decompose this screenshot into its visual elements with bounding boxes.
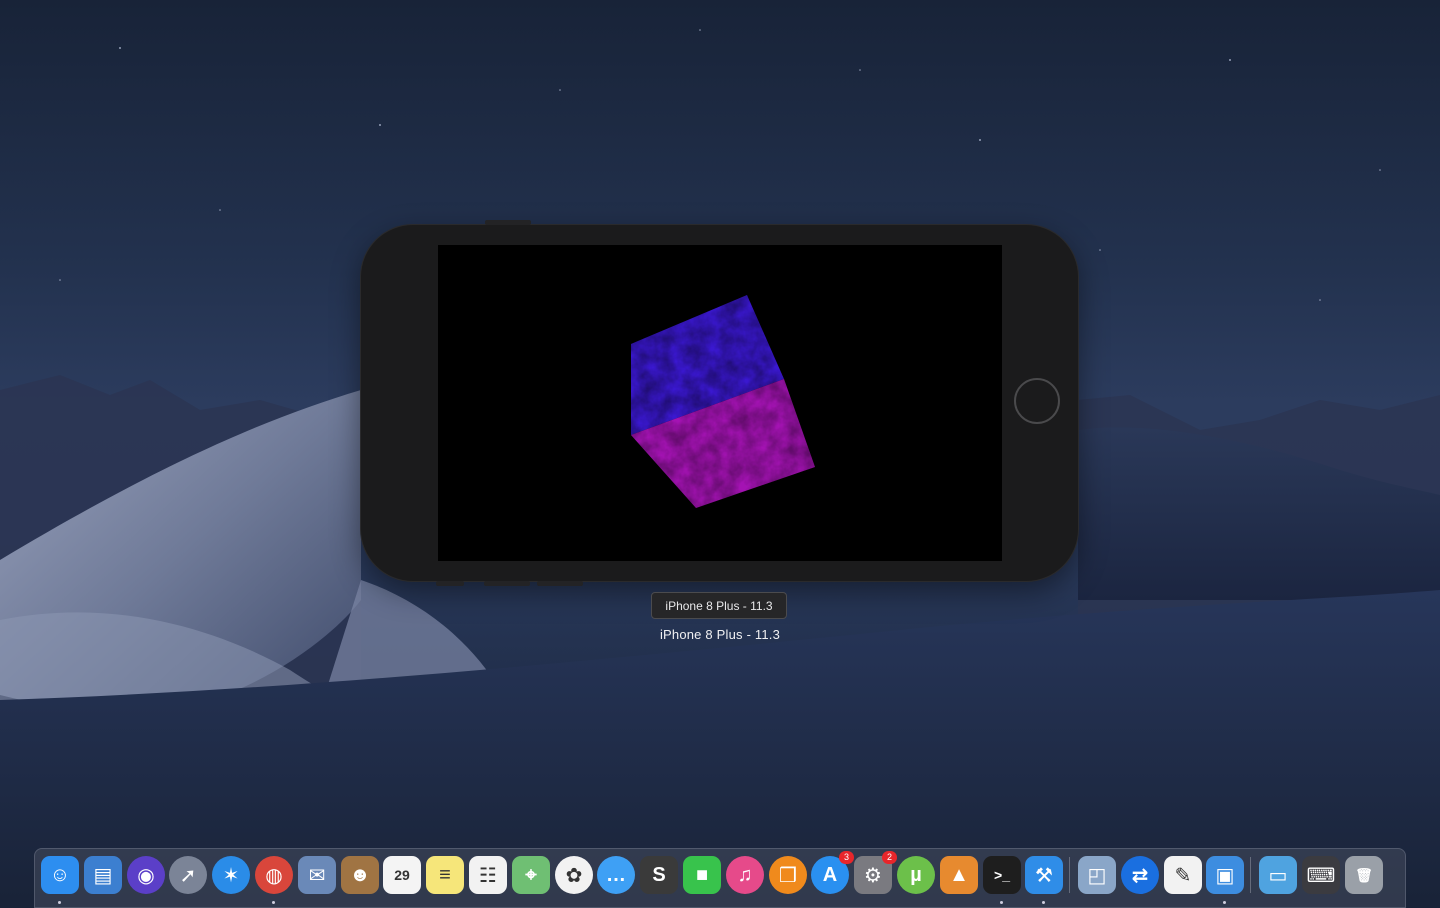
teamviewer-icon: ⇄ xyxy=(1121,856,1159,894)
dock-item-simulator[interactable]: ▣ xyxy=(1205,855,1245,904)
dock-item-utorrent[interactable]: µ xyxy=(896,855,936,895)
video-camera-icon: ■ xyxy=(683,856,721,894)
device-tooltip: iPhone 8 Plus - 11.3 xyxy=(651,592,787,619)
running-indicator xyxy=(1223,901,1226,904)
dock-item-terminal[interactable]: >_ xyxy=(982,855,1022,904)
dock-item-safari[interactable]: ✶ xyxy=(211,855,251,895)
dock-item-books[interactable]: ❒ xyxy=(768,855,808,895)
dock-item-launchpad[interactable]: ➚ xyxy=(168,855,208,895)
rotating-cube-scene xyxy=(631,295,815,508)
music-note-icon: ♫ xyxy=(726,856,764,894)
dock-item-sublime[interactable]: S xyxy=(639,855,679,895)
dock-item-maps[interactable]: ⌖ xyxy=(511,855,551,895)
checklist-icon: ☷ xyxy=(469,856,507,894)
dock: ☺ ▤ ◉ ➚ ✶ ◍ ✉ ☻ 29 ≡ ☷ ⌖ ✿… S ■ ♫ ❒ A 3 ⚙ 2 µ ▲ >_ ⚒ ◰ ⇄ ✎ ▣ ▭ ⌨ 🗑 xyxy=(34,848,1406,908)
calendar-icon: 29 xyxy=(383,856,421,894)
dock-item-messages[interactable]: … xyxy=(596,855,636,895)
simulator-screen[interactable] xyxy=(438,245,1002,561)
dock-item-mail-stamp[interactable]: ✉ xyxy=(297,855,337,895)
dock-item-facetime[interactable]: ■ xyxy=(682,855,722,895)
notes-icon: ≡ xyxy=(426,856,464,894)
compass-icon: ✶ xyxy=(212,856,250,894)
dock-item-contacts[interactable]: ☻ xyxy=(340,855,380,895)
device-name-label: iPhone 8 Plus - 11.3 xyxy=(659,627,781,642)
dock-item-app-store[interactable]: A3 xyxy=(810,851,854,895)
running-indicator xyxy=(58,901,61,904)
dock-item-photos[interactable]: ✿ xyxy=(554,855,594,895)
dock-item-teamviewer[interactable]: ⇄ xyxy=(1120,855,1160,895)
simulator-icon: ▣ xyxy=(1206,856,1244,894)
stamp-icon: ✉ xyxy=(298,856,336,894)
dock-item-vlc-cone[interactable]: ▲ xyxy=(939,855,979,895)
dock-item-itunes[interactable]: ♫ xyxy=(725,855,765,895)
iphone-simulator-window[interactable] xyxy=(361,220,1078,586)
dock-item-reminders[interactable]: ☷ xyxy=(468,855,508,895)
dock-separator xyxy=(1250,857,1251,893)
dock-item-finder[interactable]: ☺ xyxy=(40,855,80,904)
triangle-icon: ▲ xyxy=(940,856,978,894)
running-indicator xyxy=(1042,901,1045,904)
photo-magnifier-icon: ◰ xyxy=(1078,856,1116,894)
keyboard-icon: ⌨ xyxy=(1302,856,1340,894)
notification-badge: 2 xyxy=(882,851,897,864)
speech-bubble-icon: … xyxy=(597,856,635,894)
dock-item-preview[interactable]: ◰ xyxy=(1077,855,1117,895)
photos-flower-icon: ✿ xyxy=(555,856,593,894)
hammer-icon: ⚒ xyxy=(1025,856,1063,894)
open-book-icon: ❒ xyxy=(769,856,807,894)
home-button[interactable] xyxy=(1014,378,1060,424)
power-button[interactable] xyxy=(485,220,531,225)
dock-item-xcode[interactable]: ⚒ xyxy=(1024,855,1064,904)
dock-item-downloads-folder[interactable]: ▭ xyxy=(1258,855,1298,895)
running-indicator xyxy=(1000,901,1003,904)
dock-item-calendar[interactable]: 29 xyxy=(382,855,422,895)
notification-badge: 3 xyxy=(839,851,854,864)
rocket-icon: ➚ xyxy=(169,856,207,894)
mute-switch[interactable] xyxy=(436,581,464,586)
pen-paper-icon: ✎ xyxy=(1164,856,1202,894)
folder-icon: ▭ xyxy=(1259,856,1297,894)
dock-separator xyxy=(1069,857,1070,893)
dock-item-notes[interactable]: ≡ xyxy=(425,855,465,895)
dock-item-chrome[interactable]: ◍ xyxy=(254,855,294,904)
siri-icon: ◉ xyxy=(127,856,165,894)
dock-item-keyboard-viewer[interactable]: ⌨ xyxy=(1301,855,1341,895)
chrome-icon: ◍ xyxy=(255,856,293,894)
folder-stack-icon: ▤ xyxy=(84,856,122,894)
dock-item-files[interactable]: ▤ xyxy=(83,855,123,895)
finder-icon: ☺ xyxy=(41,856,79,894)
dock-item-trash[interactable]: 🗑 xyxy=(1344,855,1384,895)
dock-item-system-preferences[interactable]: ⚙ 2 xyxy=(853,851,897,895)
dock-item-siri[interactable]: ◉ xyxy=(126,855,166,895)
volume-down-button[interactable] xyxy=(537,581,583,586)
dock-item-textedit[interactable]: ✎ xyxy=(1163,855,1203,895)
contacts-book-icon: ☻ xyxy=(341,856,379,894)
running-indicator xyxy=(272,901,275,904)
sublime-s-icon: S xyxy=(640,856,678,894)
terminal-icon: >_ xyxy=(983,856,1021,894)
map-icon: ⌖ xyxy=(512,856,550,894)
trash-icon: 🗑 xyxy=(1345,856,1383,894)
utorrent-icon: µ xyxy=(897,856,935,894)
volume-up-button[interactable] xyxy=(484,581,530,586)
